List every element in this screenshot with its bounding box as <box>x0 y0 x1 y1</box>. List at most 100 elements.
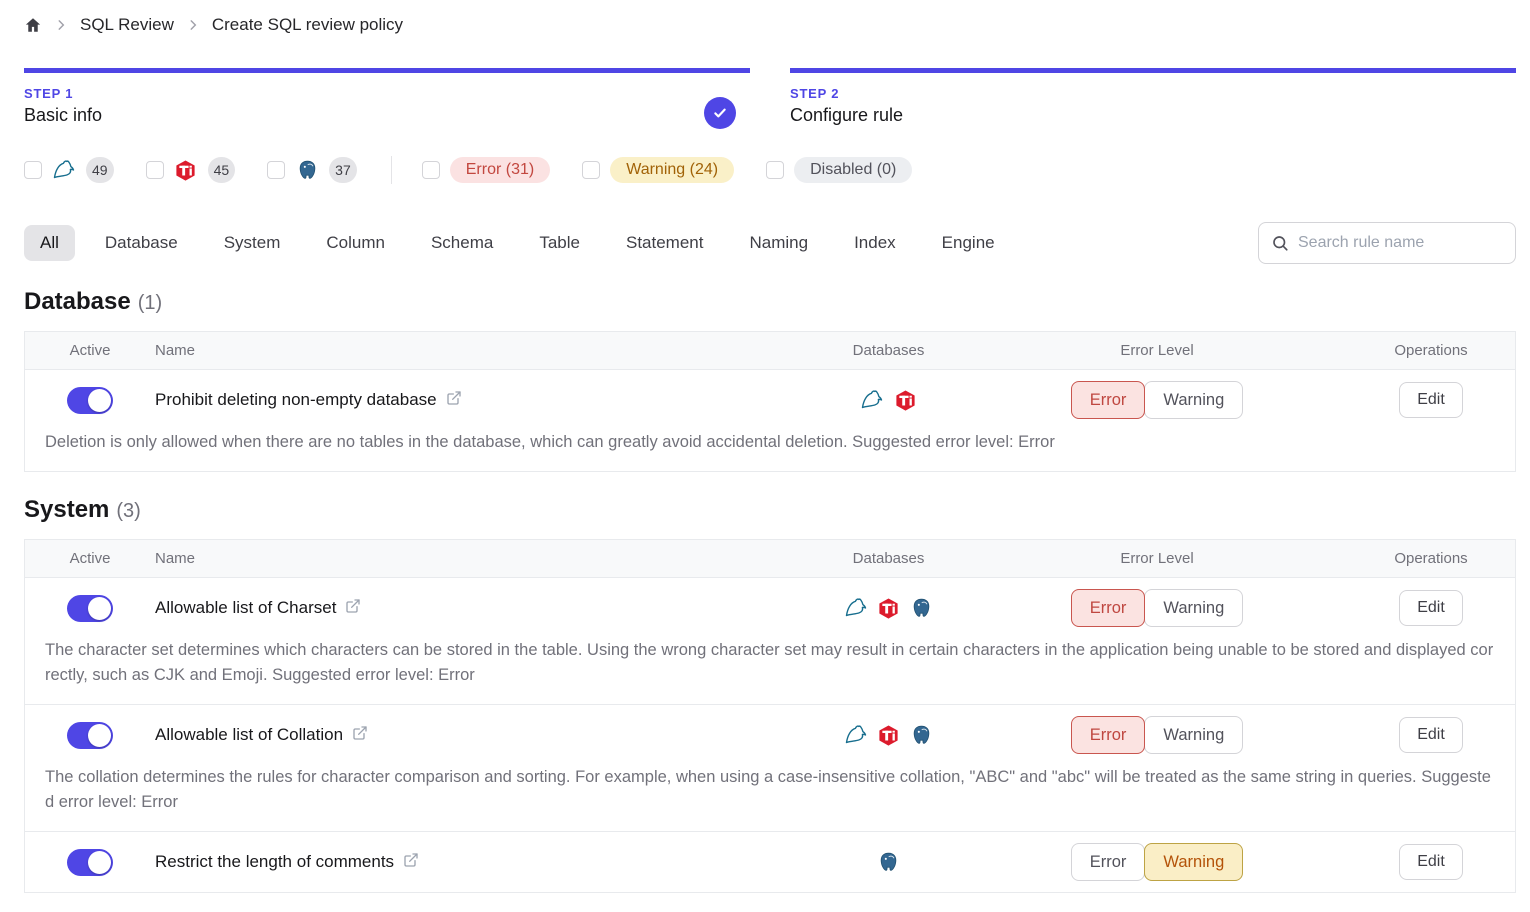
rule-name-link[interactable]: Allowable list of Charset <box>155 598 336 618</box>
databases-cell <box>810 723 967 747</box>
postgresql-icon <box>877 850 901 874</box>
section-heading: System (3) <box>24 496 1516 524</box>
databases-cell <box>810 850 967 874</box>
tab-engine[interactable]: Engine <box>926 225 1011 261</box>
level-filter-checkbox[interactable] <box>582 161 600 179</box>
tabs-row: All Database System Column Schema Table Statem… <box>24 222 1516 264</box>
section-title: Database <box>24 288 131 315</box>
active-toggle[interactable] <box>67 387 113 414</box>
postgresql-icon <box>295 158 319 182</box>
level-filter-pill-error[interactable]: Error (31) <box>450 157 550 183</box>
step-label: STEP 2 <box>790 86 1516 101</box>
edit-button[interactable]: Edit <box>1399 590 1463 626</box>
tab-table[interactable]: Table <box>523 225 596 261</box>
operations-cell: Edit <box>1347 844 1515 880</box>
error-level-cell: ErrorWarning <box>967 381 1347 419</box>
rule-section-database: Database(1) ActiveNameDatabasesError Leve… <box>24 288 1516 472</box>
mysql-icon <box>860 388 884 412</box>
postgresql-icon <box>910 723 934 747</box>
error-level-button[interactable]: Error <box>1071 716 1146 754</box>
rule-row-block: Restrict the length of comments ErrorWarn… <box>25 832 1515 892</box>
level-filter-pill-warning[interactable]: Warning (24) <box>610 157 734 183</box>
error-level-button[interactable]: Error <box>1071 843 1146 881</box>
engine-rule-count-badge: 37 <box>329 157 357 183</box>
rule-section-system: System (3) ActiveNameDatabasesError LevelO… <box>24 496 1516 893</box>
engine-filter: 37 <box>267 157 357 183</box>
mysql-icon <box>844 596 868 620</box>
engine-filter-checkbox[interactable] <box>146 161 164 179</box>
toggle-knob <box>88 851 111 874</box>
active-toggle[interactable] <box>67 595 113 622</box>
column-header-operations: Operations <box>1347 342 1515 359</box>
active-cell <box>25 849 155 876</box>
tab-statement[interactable]: Statement <box>610 225 720 261</box>
column-header-error-level: Error Level <box>967 550 1347 567</box>
step-completed-check-icon <box>704 97 736 129</box>
rule-name-cell: Allowable list of Collation <box>155 725 810 746</box>
databases-cell <box>810 388 967 412</box>
section-heading: Database(1) <box>24 288 1516 316</box>
table-row: Restrict the length of comments ErrorWarn… <box>25 832 1515 892</box>
column-header-databases: Databases <box>810 342 967 359</box>
edit-button[interactable]: Edit <box>1399 844 1463 880</box>
rule-row-block: Allowable list of Collation ErrorWarning E… <box>25 705 1515 832</box>
column-header-name: Name <box>155 550 810 567</box>
stepper: STEP 1 Basic info STEP 2 Configure rule <box>24 68 1516 126</box>
engine-filter-checkbox[interactable] <box>24 161 42 179</box>
rule-name-link[interactable]: Prohibit deleting non-empty database <box>155 390 437 410</box>
breadcrumb-sql-review[interactable]: SQL Review <box>80 15 174 35</box>
table-header-row: ActiveNameDatabasesError LevelOperations <box>25 540 1515 578</box>
tab-column[interactable]: Column <box>310 225 401 261</box>
tab-database[interactable]: Database <box>89 225 194 261</box>
tab-schema[interactable]: Schema <box>415 225 509 261</box>
step-1-basic-info[interactable]: STEP 1 Basic info <box>24 68 750 126</box>
rule-name-link[interactable]: Restrict the length of comments <box>155 852 394 872</box>
tab-all[interactable]: All <box>24 225 75 261</box>
warning-level-button[interactable]: Warning <box>1144 589 1243 627</box>
external-link-icon[interactable] <box>403 852 419 873</box>
edit-button[interactable]: Edit <box>1399 382 1463 418</box>
active-toggle[interactable] <box>67 722 113 749</box>
tab-system[interactable]: System <box>208 225 297 261</box>
tab-index[interactable]: Index <box>838 225 912 261</box>
engine-rule-count-badge: 49 <box>86 157 114 183</box>
error-level-button[interactable]: Error <box>1071 589 1146 627</box>
warning-level-button[interactable]: Warning <box>1144 843 1243 881</box>
step-2-configure-rule[interactable]: STEP 2 Configure rule <box>790 68 1516 126</box>
edit-button[interactable]: Edit <box>1399 717 1463 753</box>
table-row: Prohibit deleting non-empty database Erro… <box>25 370 1515 430</box>
home-icon[interactable] <box>24 16 42 34</box>
category-tabs: All Database System Column Schema Table Statem… <box>24 225 1011 261</box>
rule-name-cell: Prohibit deleting non-empty database <box>155 390 810 411</box>
engine-rule-count-badge: 45 <box>208 157 236 183</box>
active-cell <box>25 595 155 622</box>
search-input[interactable] <box>1298 234 1503 252</box>
column-header-active: Active <box>25 342 155 359</box>
column-header-active: Active <box>25 550 155 567</box>
external-link-icon[interactable] <box>352 725 368 746</box>
external-link-icon[interactable] <box>345 598 361 619</box>
engine-filter-checkbox[interactable] <box>267 161 285 179</box>
table-header-row: ActiveNameDatabasesError LevelOperations <box>25 332 1515 370</box>
operations-cell: Edit <box>1347 590 1515 626</box>
tidb-icon <box>174 158 198 182</box>
engine-filter: 49 <box>24 157 114 183</box>
external-link-icon[interactable] <box>446 390 462 411</box>
level-filter-checkbox[interactable] <box>422 161 440 179</box>
tidb-icon <box>877 723 901 747</box>
rule-name-link[interactable]: Allowable list of Collation <box>155 725 343 745</box>
active-toggle[interactable] <box>67 849 113 876</box>
section-count: (3) <box>116 500 140 522</box>
engine-filter: 45 <box>146 157 236 183</box>
warning-level-button[interactable]: Warning <box>1144 381 1243 419</box>
tab-naming[interactable]: Naming <box>733 225 824 261</box>
column-header-operations: Operations <box>1347 550 1515 567</box>
mysql-icon <box>844 723 868 747</box>
level-filter-checkbox[interactable] <box>766 161 784 179</box>
toggle-knob <box>88 597 111 620</box>
error-level-button[interactable]: Error <box>1071 381 1146 419</box>
warning-level-button[interactable]: Warning <box>1144 716 1243 754</box>
search-box <box>1258 222 1516 264</box>
level-filter-pill-disabled[interactable]: Disabled (0) <box>794 157 912 183</box>
section-title: System <box>24 496 109 523</box>
